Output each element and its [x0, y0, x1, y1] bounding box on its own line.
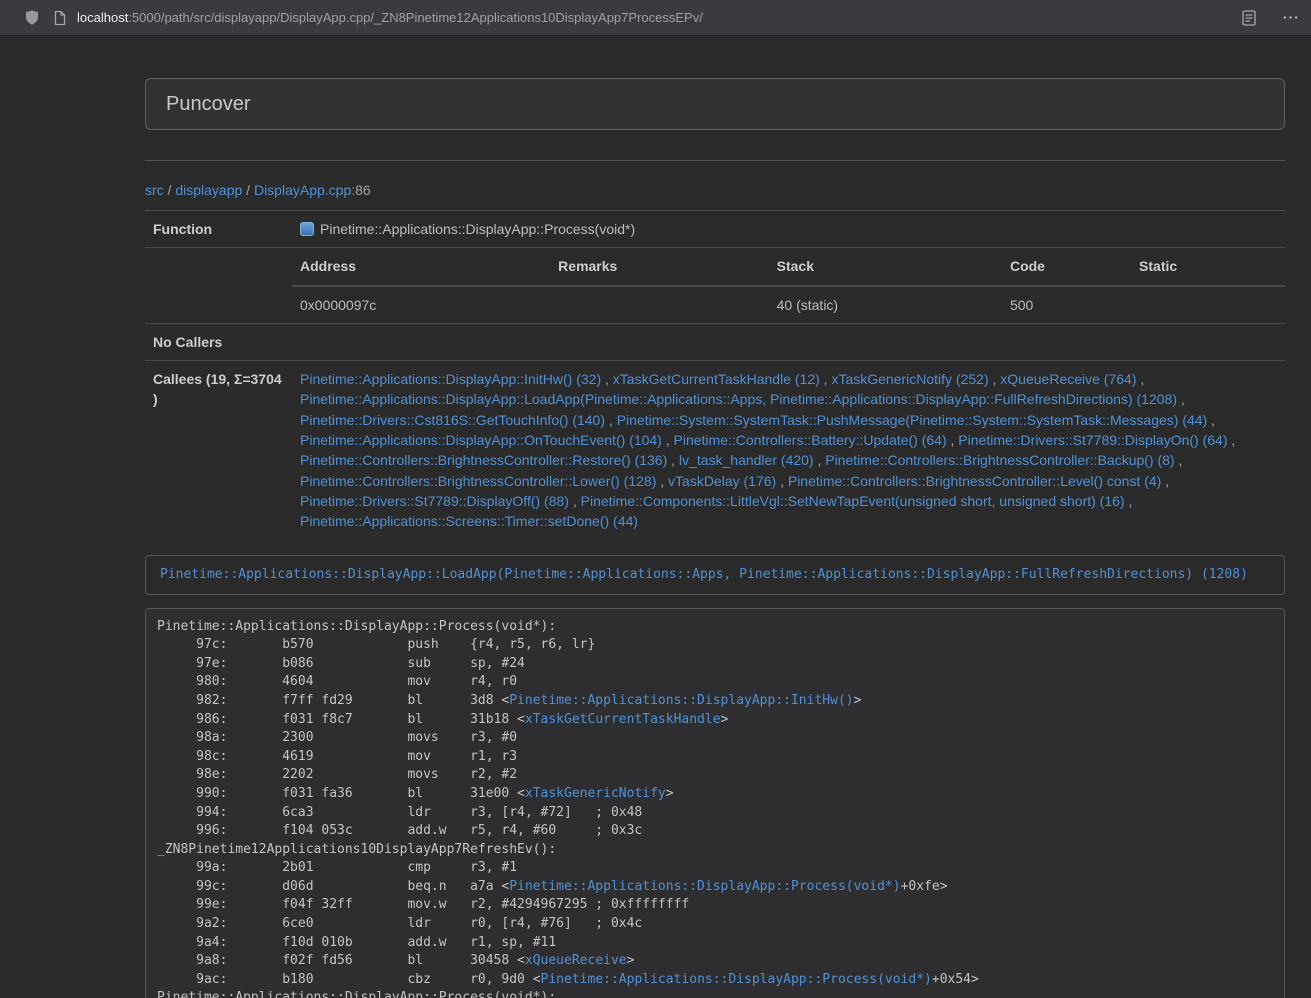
reader-view-icon[interactable]: [1242, 10, 1256, 26]
stats-value-row: 0x0000097c 40 (static)500: [292, 286, 1285, 323]
callee-separator: ,: [1228, 432, 1236, 448]
stats-header: Remarks: [550, 248, 768, 285]
function-label: Function: [145, 211, 292, 248]
stats-row-label: [145, 248, 292, 324]
page-content: Puncover src / displayapp / DisplayApp.c…: [145, 78, 1285, 998]
callee-link[interactable]: Pinetime::Applications::Screens::Timer::…: [300, 513, 638, 529]
callee-separator: ,: [569, 493, 581, 509]
stats-header: Static: [1131, 248, 1285, 285]
code-symbol-link[interactable]: xTaskGetCurrentTaskHandle: [525, 712, 721, 727]
stats-header: Code: [1002, 248, 1131, 285]
callee-separator: ,: [776, 473, 788, 489]
table-row: AddressRemarksStackCodeStatic0x0000097c4…: [145, 248, 1285, 324]
callee-link[interactable]: Pinetime::Drivers::Cst816S::GetTouchInfo…: [300, 412, 605, 428]
callee-link[interactable]: Pinetime::System::SystemTask::PushMessag…: [617, 412, 1208, 428]
callee-separator: ,: [1177, 391, 1185, 407]
callee-link[interactable]: xTaskGenericNotify (252): [831, 371, 988, 387]
callee-link[interactable]: Pinetime::Controllers::BrightnessControl…: [825, 452, 1174, 468]
page-title: Puncover: [166, 93, 251, 116]
breadcrumb-line-number: 86: [355, 182, 371, 198]
breadcrumb-link[interactable]: displayapp: [175, 182, 242, 198]
stats-value: 40 (static): [769, 286, 1002, 323]
url-host: localhost: [77, 10, 128, 25]
divider: [145, 160, 1285, 161]
stats-header: Stack: [769, 248, 1002, 285]
table-row: No Callers: [145, 323, 1285, 360]
function-type-icon: [300, 222, 314, 236]
function-name: Pinetime::Applications::DisplayApp::Proc…: [320, 221, 635, 237]
callee-link[interactable]: Pinetime::Applications::DisplayApp::Init…: [300, 371, 601, 387]
callee-separator: ,: [1125, 493, 1133, 509]
callee-separator: ,: [1175, 452, 1183, 468]
menu-icon[interactable]: ⋯: [1282, 9, 1299, 26]
callee-link[interactable]: xTaskGetCurrentTaskHandle (12): [613, 371, 820, 387]
stats-cell: AddressRemarksStackCodeStatic0x0000097c4…: [292, 248, 1285, 324]
callee-link[interactable]: Pinetime::Controllers::Battery::Update()…: [674, 432, 947, 448]
callee-separator: ,: [820, 371, 832, 387]
breadcrumb-separator: /: [242, 182, 254, 198]
code-symbol-link[interactable]: xTaskGenericNotify: [525, 786, 666, 801]
stats-header: Address: [292, 248, 550, 285]
callee-separator: ,: [667, 452, 679, 468]
callee-link[interactable]: Pinetime::Drivers::St7789::DisplayOn() (…: [958, 432, 1227, 448]
function-table: Function Pinetime::Applications::Display…: [145, 210, 1285, 540]
code-symbol-link[interactable]: xQueueReceive: [525, 953, 627, 968]
stats-header-row: AddressRemarksStackCodeStatic: [292, 248, 1285, 285]
function-cell: Pinetime::Applications::DisplayApp::Proc…: [292, 211, 1285, 248]
callee-link[interactable]: Pinetime::Applications::DisplayApp::OnTo…: [300, 432, 662, 448]
callee-separator: ,: [989, 371, 1001, 387]
browser-chrome: localhost:5000/path/src/displayapp/Displ…: [0, 0, 1311, 36]
stats-value: 0x0000097c: [292, 286, 550, 323]
table-row: Function Pinetime::Applications::Display…: [145, 211, 1285, 248]
stats-value: [550, 286, 768, 323]
callee-separator: ,: [1136, 371, 1144, 387]
callee-link[interactable]: Pinetime::Applications::DisplayApp::Load…: [300, 391, 1177, 407]
callee-link[interactable]: xQueueReceive (764): [1000, 371, 1136, 387]
callees-label: Callees (19, Σ=3704 ): [145, 361, 292, 540]
breadcrumb-link[interactable]: DisplayApp.cpp:: [254, 182, 355, 198]
callee-link[interactable]: Pinetime::Controllers::BrightnessControl…: [788, 473, 1161, 489]
code-symbol-link[interactable]: Pinetime::Applications::DisplayApp::Proc…: [541, 972, 932, 987]
shield-icon[interactable]: [24, 9, 40, 26]
callee-separator: ,: [1161, 473, 1169, 489]
callee-separator: ,: [1207, 412, 1215, 428]
callee-separator: ,: [662, 432, 674, 448]
callee-link[interactable]: Pinetime::Controllers::BrightnessControl…: [300, 452, 667, 468]
callee-separator: ,: [656, 473, 668, 489]
callee-separator: ,: [605, 412, 617, 428]
site-identity-icon[interactable]: [53, 10, 67, 26]
disassembly: Pinetime::Applications::DisplayApp::Proc…: [145, 608, 1285, 998]
stats-value: [1131, 286, 1285, 323]
callee-link[interactable]: lv_task_handler (420): [679, 452, 814, 468]
breadcrumb-link[interactable]: src: [145, 182, 164, 198]
breadcrumb-separator: /: [164, 182, 176, 198]
code-symbol-link[interactable]: Pinetime::Applications::DisplayApp::Init…: [509, 693, 853, 708]
callee-link[interactable]: Pinetime::Components::LittleVgl::SetNewT…: [581, 493, 1125, 509]
callee-separator: ,: [814, 452, 826, 468]
callee-separator: ,: [601, 371, 613, 387]
stats-table: AddressRemarksStackCodeStatic0x0000097c4…: [292, 248, 1285, 323]
url-path: :5000/path/src/displayapp/DisplayApp.cpp…: [128, 10, 703, 25]
code-symbol-link[interactable]: Pinetime::Applications::DisplayApp::Proc…: [509, 879, 900, 894]
callee-link[interactable]: Pinetime::Drivers::St7789::DisplayOff() …: [300, 493, 569, 509]
callee-link[interactable]: Pinetime::Controllers::BrightnessControl…: [300, 473, 656, 489]
symbol-panel: Pinetime::Applications::DisplayApp::Load…: [145, 555, 1285, 595]
breadcrumb: src / displayapp / DisplayApp.cpp:86: [145, 182, 1285, 198]
no-callers-label: No Callers: [145, 323, 292, 360]
url-bar[interactable]: localhost:5000/path/src/displayapp/Displ…: [77, 10, 1242, 25]
page-header: Puncover: [145, 78, 1285, 130]
symbol-link[interactable]: Pinetime::Applications::DisplayApp::Load…: [160, 567, 1248, 582]
callees-list: Pinetime::Applications::DisplayApp::Init…: [292, 361, 1285, 540]
callee-link[interactable]: vTaskDelay (176): [668, 473, 776, 489]
no-callers-cell: [292, 323, 1285, 360]
stats-value: 500: [1002, 286, 1131, 323]
callee-separator: ,: [947, 432, 959, 448]
table-row: Callees (19, Σ=3704 ) Pinetime::Applicat…: [145, 361, 1285, 540]
